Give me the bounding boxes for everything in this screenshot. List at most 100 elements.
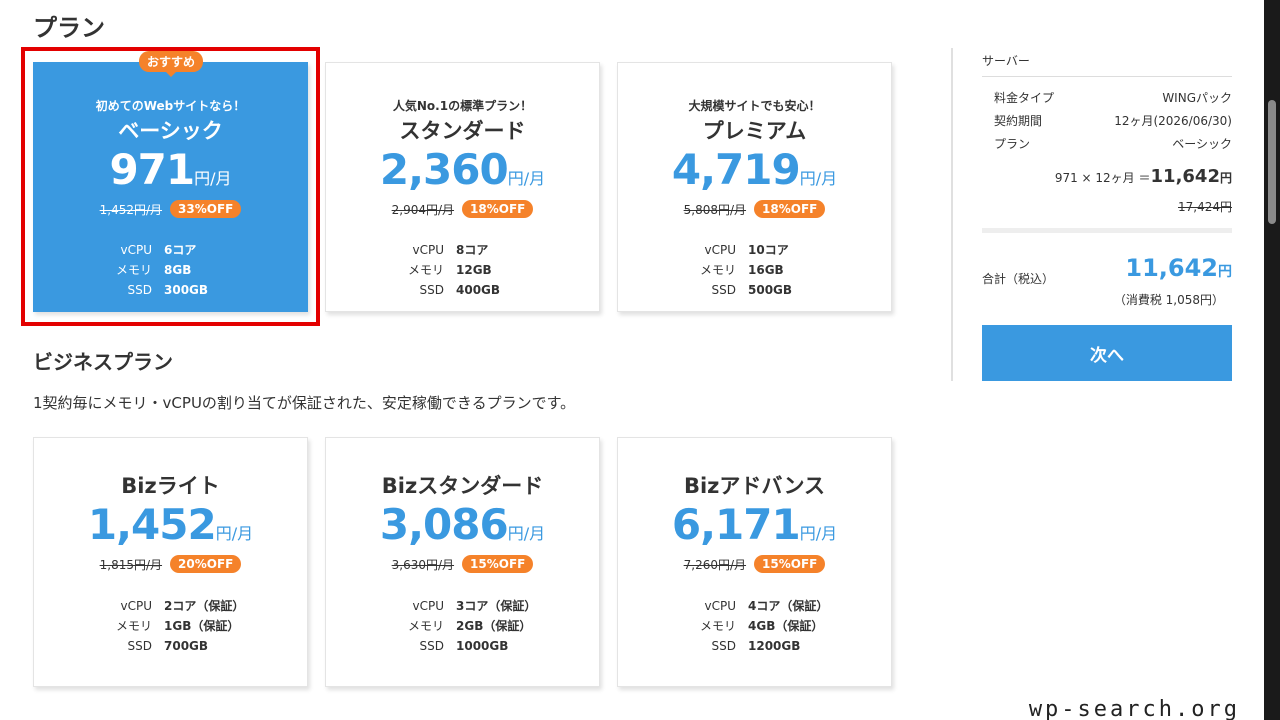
plan-specs: vCPU 8コア メモリ 12GB SSD 400GB (326, 240, 599, 300)
spec-value: 1GB（保証） (164, 619, 240, 633)
plan-price-unit: 円/月 (507, 524, 546, 543)
spec-value: 500GB (748, 283, 793, 297)
plan-price-unit: 円/月 (194, 169, 232, 188)
summary-row-value: ベーシック (1172, 137, 1232, 151)
plan-name: プレミアム (702, 119, 807, 143)
spec-value: 3コア（保証） (456, 599, 537, 613)
summary-row-price-type: 料金タイプ WINGパック (994, 89, 1232, 106)
plans-section-title: プラン (33, 14, 105, 42)
spec-label: SSD (127, 283, 152, 297)
plan-price: 4,719円/月 (618, 145, 891, 194)
plan-price: 971円/月 (34, 145, 307, 194)
plan-original-price: 2,904円/月 (391, 202, 455, 217)
summary-row-plan: プラン ベーシック (994, 135, 1232, 152)
spec-row-memory: メモリ 2GB（保証） (326, 616, 599, 636)
spec-label: SSD (711, 283, 736, 297)
price-calculation: 971 × 12ヶ月 ＝11,642円 (1055, 166, 1232, 187)
plan-specs: vCPU 10コア メモリ 16GB SSD 500GB (618, 240, 891, 300)
plan-original-price-row: 2,904円/月 18%OFF (326, 200, 599, 218)
spec-value: 1000GB (456, 639, 509, 653)
plan-original-price: 7,260円/月 (683, 557, 747, 572)
scrollbar-thumb[interactable] (1268, 100, 1276, 224)
plan-name: スタンダード (399, 119, 526, 143)
spec-value: 700GB (164, 639, 209, 653)
plan-card-biz-advance[interactable]: Bizアドバンス 6,171円/月 7,260円/月 15%OFF vCPU 4コア… (617, 437, 892, 687)
discount-badge: 20%OFF (170, 555, 242, 573)
total-price: 11,642円 (1125, 254, 1232, 282)
plan-card-standard[interactable]: 人気No.1の標準プラン！ スタンダード 2,360円/月 2,904円/月 18… (325, 62, 600, 312)
watermark: wp-search.org (1026, 697, 1242, 720)
spec-row-memory: メモリ 8GB (34, 260, 307, 280)
spec-row-memory: メモリ 16GB (618, 260, 891, 280)
tax-note: （消費税 1,058円） (1113, 293, 1224, 307)
plan-price: 2,360円/月 (326, 145, 599, 194)
plan-price-unit: 円/月 (799, 169, 838, 188)
plan-original-price: 3,630円/月 (391, 557, 455, 572)
spec-row-vcpu: vCPU 3コア（保証） (326, 596, 599, 616)
spec-label: vCPU (704, 599, 737, 613)
total-yen: 円 (1218, 264, 1232, 280)
plan-card-basic[interactable]: 初めてのWebサイトなら！ ベーシック 971円/月 1,452円/月 33%OF… (33, 62, 308, 312)
discount-badge: 33%OFF (170, 200, 242, 218)
spec-label: vCPU (704, 243, 737, 257)
plan-price: 1,452円/月 (34, 500, 307, 549)
calc-amount: 11,642 (1150, 166, 1220, 187)
spec-label: SSD (419, 639, 444, 653)
discount-badge: 18%OFF (754, 200, 826, 218)
plan-name: Bizアドバンス (683, 474, 826, 498)
summary-row-value: 12ヶ月(2026/06/30) (1114, 114, 1232, 128)
plan-original-price: 1,452円/月 (99, 202, 163, 217)
plan-price-unit: 円/月 (799, 524, 838, 543)
spec-value: 400GB (456, 283, 501, 297)
spec-label: vCPU (120, 599, 153, 613)
spec-value: 2コア（保証） (164, 599, 245, 613)
plan-specs: vCPU 4コア（保証） メモリ 4GB（保証） SSD 1200GB (618, 596, 891, 656)
plan-original-price-row: 5,808円/月 18%OFF (618, 200, 891, 218)
spec-value: 12GB (456, 263, 492, 277)
spec-row-ssd: SSD 500GB (618, 280, 891, 300)
spec-row-vcpu: vCPU 6コア (34, 240, 307, 260)
plan-price-unit: 円/月 (215, 524, 254, 543)
plan-card-biz-lite[interactable]: Bizライト 1,452円/月 1,815円/月 20%OFF vCPU 2コア（保… (33, 437, 308, 687)
plan-price-value: 4,719 (671, 145, 801, 194)
plan-price-unit: 円/月 (507, 169, 546, 188)
spec-value: 8GB (164, 263, 192, 277)
spec-label: メモリ (115, 263, 152, 277)
summary-section-label: サーバー (982, 54, 1030, 68)
sidebar-divider (951, 48, 953, 381)
discount-badge: 15%OFF (462, 555, 534, 573)
spec-row-ssd: SSD 300GB (34, 280, 307, 300)
plan-original-price: 5,808円/月 (683, 202, 747, 217)
spec-label: vCPU (412, 599, 445, 613)
spec-label: vCPU (412, 243, 445, 257)
spec-label: メモリ (699, 619, 736, 633)
next-button[interactable]: 次へ (982, 325, 1232, 381)
spec-label: メモリ (115, 619, 152, 633)
summary-divider (982, 76, 1232, 77)
spec-label: メモリ (699, 263, 736, 277)
plan-price-value: 971 (109, 145, 195, 194)
spec-row-ssd: SSD 1000GB (326, 636, 599, 656)
plan-original-price-row: 1,815円/月 20%OFF (34, 555, 307, 573)
spec-row-vcpu: vCPU 4コア（保証） (618, 596, 891, 616)
plan-name: Bizスタンダード (381, 474, 544, 498)
plan-card-premium[interactable]: 大規模サイトでも安心！ プレミアム 4,719円/月 5,808円/月 18%OF… (617, 62, 892, 312)
spec-label: メモリ (407, 263, 444, 277)
plan-tagline: 人気No.1の標準プラン！ (392, 99, 533, 113)
spec-value: 10コア (748, 243, 789, 257)
spec-label: SSD (711, 639, 736, 653)
plan-tagline: 初めてのWebサイトなら！ (95, 99, 246, 113)
plan-original-price-row: 3,630円/月 15%OFF (326, 555, 599, 573)
spec-row-ssd: SSD 400GB (326, 280, 599, 300)
spec-row-ssd: SSD 1200GB (618, 636, 891, 656)
spec-row-memory: メモリ 4GB（保証） (618, 616, 891, 636)
spec-value: 16GB (748, 263, 784, 277)
plan-price: 6,171円/月 (618, 500, 891, 549)
summary-row-label: プラン (994, 137, 1031, 151)
recommend-badge: おすすめ (139, 51, 204, 77)
summary-row-value: WINGパック (1162, 91, 1232, 105)
spec-label: メモリ (407, 619, 444, 633)
plan-card-biz-standard[interactable]: Bizスタンダード 3,086円/月 3,630円/月 15%OFF vCPU 3コ… (325, 437, 600, 687)
spec-label: SSD (419, 283, 444, 297)
plan-original-price: 1,815円/月 (99, 557, 163, 572)
